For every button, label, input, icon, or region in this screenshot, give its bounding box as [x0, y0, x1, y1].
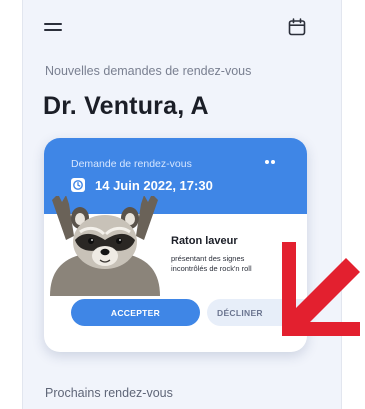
hamburger-menu-icon[interactable]: [44, 20, 62, 34]
doctor-name: Dr. Ventura, A: [43, 92, 209, 120]
new-requests-label: Nouvelles demandes de rendez-vous: [45, 64, 252, 78]
top-bar: [23, 0, 341, 56]
upcoming-appointments-label: Prochains rendez-vous: [45, 386, 173, 400]
swipe-arrow-icon: [282, 242, 360, 336]
appointment-date: 14 Juin 2022, 17:30: [95, 178, 213, 193]
more-options-icon[interactable]: [265, 160, 279, 166]
card-label: Demande de rendez-vous: [71, 158, 192, 170]
clock-icon: [71, 178, 85, 192]
raccoon-photo: [50, 196, 160, 296]
accept-button[interactable]: ACCEPTER: [71, 299, 200, 326]
patient-species: Raton laveur: [171, 235, 238, 247]
calendar-icon[interactable]: [287, 17, 307, 37]
